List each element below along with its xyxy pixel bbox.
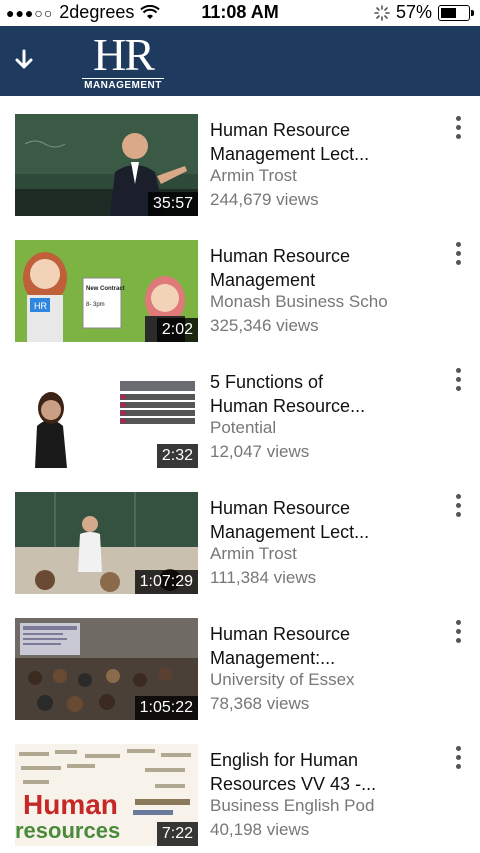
arrow-down-icon[interactable] xyxy=(12,48,36,72)
contract-hours-text: 8- 3pm xyxy=(86,302,105,308)
view-count: 325,346 views xyxy=(210,316,319,335)
activity-spinner-icon xyxy=(374,4,390,21)
app-header: HR MANAGEMENT xyxy=(0,26,480,96)
video-duration: 2:02 xyxy=(156,318,198,342)
video-title[interactable]: Human Resource Management Lect... xyxy=(210,118,430,166)
more-options-icon[interactable] xyxy=(447,116,469,144)
hr-badge-text: HR xyxy=(34,301,47,311)
video-title[interactable]: Human Resource Management xyxy=(210,244,430,292)
video-thumbnail[interactable]: 2:32 xyxy=(15,366,198,468)
video-list-item[interactable]: 2:32 5 Functions of Human Resource... Po… xyxy=(0,348,480,474)
video-title-line: Management xyxy=(210,270,316,290)
video-title[interactable]: Human Resource Management:... xyxy=(210,622,430,670)
more-options-icon[interactable] xyxy=(447,620,469,648)
video-title-line: 5 Functions of xyxy=(210,372,324,392)
video-title-line: Management:... xyxy=(210,648,336,668)
view-count: 40,198 views xyxy=(210,820,310,839)
video-thumbnail[interactable]: Human resources 7:22 xyxy=(15,744,198,846)
video-list-item[interactable]: 1:05:22 Human Resource Management:... Un… xyxy=(0,600,480,726)
video-title-line: Resources VV 43 -... xyxy=(210,774,377,794)
video-title-line: Human Resource xyxy=(210,624,351,644)
video-duration: 1:05:22 xyxy=(134,696,198,720)
word-cloud-main-text: Human xyxy=(23,789,118,820)
video-title-line: English for Human xyxy=(210,750,359,770)
video-title[interactable]: 5 Functions of Human Resource... xyxy=(210,370,430,418)
battery-icon xyxy=(438,4,474,21)
video-title-line: Human Resource xyxy=(210,498,351,518)
word-cloud-second-text: resources xyxy=(15,818,120,843)
more-options-icon[interactable] xyxy=(447,242,469,270)
video-title[interactable]: English for Human Resources VV 43 -... xyxy=(210,748,430,796)
video-title-line: Management Lect... xyxy=(210,144,370,164)
video-list-item[interactable]: HR New Contract 8- 3pm 2:02 Human Resour… xyxy=(0,222,480,348)
logo-sub-text: MANAGEMENT xyxy=(82,78,164,91)
video-list-item[interactable]: Human resources 7:22 English for Human R… xyxy=(0,726,480,852)
video-thumbnail[interactable]: 35:57 xyxy=(15,114,198,216)
status-bar: ●●●○○ 2degrees 11:08 AM 57% xyxy=(0,0,480,26)
video-title-line: Management Lect... xyxy=(210,522,370,542)
video-duration: 1:07:29 xyxy=(134,570,198,594)
video-thumbnail[interactable]: 1:07:29 xyxy=(15,492,198,594)
channel-name: University of Essex xyxy=(210,670,355,689)
view-count: 78,368 views xyxy=(210,694,310,713)
contract-title-text: New Contract xyxy=(86,286,125,292)
hr-management-logo: HR MANAGEMENT xyxy=(82,29,164,91)
video-thumbnail[interactable]: HR New Contract 8- 3pm 2:02 xyxy=(15,240,198,342)
more-options-icon[interactable] xyxy=(447,746,469,774)
view-count: 244,679 views xyxy=(210,190,319,209)
video-duration: 35:57 xyxy=(147,192,198,216)
view-count: 111,384 views xyxy=(210,568,317,587)
video-duration: 2:32 xyxy=(156,444,198,468)
video-title-line: Human Resource xyxy=(210,120,351,140)
video-list-item[interactable]: 1:07:29 Human Resource Management Lect..… xyxy=(0,474,480,600)
video-list-item[interactable]: 35:57 Human Resource Management Lect... … xyxy=(0,96,480,222)
channel-name: Potential xyxy=(210,418,277,437)
video-thumbnail[interactable]: 1:05:22 xyxy=(15,618,198,720)
channel-name: Monash Business Scho xyxy=(210,292,388,311)
channel-name: Armin Trost xyxy=(210,544,297,563)
more-options-icon[interactable] xyxy=(447,368,469,396)
video-duration: 7:22 xyxy=(156,822,198,846)
video-title[interactable]: Human Resource Management Lect... xyxy=(210,496,430,544)
battery-percent: 57% xyxy=(395,2,432,22)
logo-main-text: HR xyxy=(93,29,155,80)
channel-name: Business English Pod xyxy=(210,796,375,815)
more-options-icon[interactable] xyxy=(447,494,469,522)
view-count: 12,047 views xyxy=(210,442,310,461)
video-title-line: Human Resource xyxy=(210,246,351,266)
video-title-line: Human Resource... xyxy=(210,396,366,416)
channel-name: Armin Trost xyxy=(210,166,297,185)
